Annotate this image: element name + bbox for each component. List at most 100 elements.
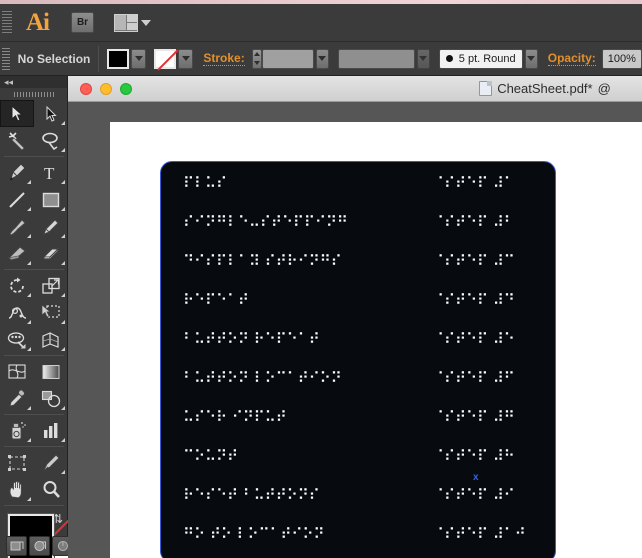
paintbrush-tool[interactable] [0,213,34,240]
stroke-weight-dropdown-icon[interactable] [315,48,329,69]
hand-tool[interactable] [0,476,34,503]
gradient-tool[interactable] [34,358,68,385]
tool-group-indicator-icon [27,406,31,410]
application-bar: Ai Br [0,4,642,42]
variable-width-profile-dropdown-icon[interactable] [416,48,430,69]
rectangle-tool[interactable] [34,186,68,213]
brush-definition-dropdown-icon[interactable] [524,48,538,69]
fill-color-control[interactable] [106,47,147,70]
canvas-area[interactable]: ⠛⠕ ⠞⠕ ⠇⠕⠉⠁⠞⠊⠕⠝ ⠈⠎⠞⠑⠏ ⠼⠁⠚ ⠗⠑⠎⠑⠞ ⠃⠥⠞⠞⠕⠝⠎ ⠈⠎⠞⠑… [68,102,642,558]
artboard-tool[interactable] [0,449,34,476]
stroke-weight-input[interactable] [262,48,314,69]
braille-row-label: ⠃⠥⠞⠞⠕⠝ ⠇⠕⠉⠁⠞⠊⠕⠝ [183,369,342,387]
arrange-documents-button[interactable] [114,13,151,32]
document-file-icon [479,81,493,96]
symbol-sprayer-tool[interactable] [0,417,34,444]
stroke-color-dropdown-icon[interactable] [178,48,194,69]
opacity-label[interactable]: Opacity: [547,51,596,66]
braille-row-step: ⠈⠎⠞⠑⠏ ⠼⠓ [433,447,515,465]
tool-group-indicator-icon [61,180,65,184]
direct-selection-tool[interactable] [34,100,68,127]
control-panel-gripper[interactable] [2,47,10,70]
brush-preview-icon [445,55,453,62]
fill-color-dropdown-icon[interactable] [131,48,147,69]
braille-row-label: ⠙⠊⠎⠏⠇⠁⠽ ⠎⠞⠗⠊⠝⠛⠎ [183,252,342,270]
tool-group-indicator-icon [61,121,65,125]
braille-row-step: ⠈⠎⠞⠑⠏ ⠼⠉ [433,252,515,270]
braille-row-step: ⠈⠎⠞⠑⠏ ⠼⠑ [433,330,515,348]
application-bar-gripper[interactable] [2,10,12,35]
braille-row-label: ⠗⠑⠎⠑⠞ ⠃⠥⠞⠞⠕⠝⠎ [183,486,320,504]
tool-group-indicator-icon [27,293,31,297]
zoom-tool[interactable] [34,476,68,503]
eyedropper-tool[interactable] [0,385,34,412]
pencil-tool[interactable] [34,213,68,240]
magic-wand-tool[interactable] [0,127,34,154]
braille-row-label: ⠗⠑⠏⠑⠁⠞ [183,291,249,309]
braille-row-label: ⠃⠥⠞⠞⠕⠝ ⠗⠑⠏⠑⠁⠞ [183,330,320,348]
fill-color-swatch[interactable] [106,47,131,70]
document-title-text: CheatSheet.pdf* [497,81,593,96]
go-to-bridge-button[interactable]: Br [71,12,94,33]
mesh-tool[interactable] [0,358,34,385]
tool-group-indicator-icon [27,261,31,265]
tool-group-indicator-icon [27,207,31,211]
column-graph-tool[interactable] [34,417,68,444]
free-transform-tool[interactable] [34,299,68,326]
tool-group-indicator-icon [27,320,31,324]
slice-tool[interactable] [34,449,68,476]
braille-row-step: ⠈⠎⠞⠑⠏ ⠼⠛ [433,408,515,426]
divider [98,45,100,72]
tools-divider [4,414,64,415]
variable-width-profile-select[interactable] [337,48,415,69]
eraser-tool[interactable] [34,240,68,267]
tools-divider [4,355,64,356]
blend-tool[interactable] [34,385,68,412]
tools-divider [4,446,64,447]
braille-row-label: ⠥⠎⠑⠗ ⠊⠝⠏⠥⠞ [183,408,287,426]
line-segment-tool[interactable] [0,186,34,213]
tools-panel-collapse-button[interactable]: ◂◂ [0,76,67,88]
braille-row-label: ⠉⠕⠥⠝⠞ [183,447,238,465]
braille-row-step: ⠈⠎⠞⠑⠏ ⠼⠃ [433,213,515,231]
chevron-down-icon [141,19,151,26]
tool-group-indicator-icon [27,438,31,442]
perspective-grid-tool[interactable] [34,326,68,353]
lasso-tool[interactable] [34,127,68,154]
stroke-weight-label[interactable]: Stroke: [203,51,245,66]
document-title: CheatSheet.pdf* @ [68,81,642,96]
braille-row-label: ⠏⠇⠥⠎ [183,174,227,192]
braille-row-step: ⠈⠎⠞⠑⠏ ⠼⠊ [433,486,515,504]
braille-cheatsheet-artwork: ⠛⠕ ⠞⠕ ⠇⠕⠉⠁⠞⠊⠕⠝ ⠈⠎⠞⠑⠏ ⠼⠁⠚ ⠗⠑⠎⠑⠞ ⠃⠥⠞⠞⠕⠝⠎ ⠈⠎⠞⠑… [160,161,556,558]
scale-tool[interactable] [34,272,68,299]
brush-definition-select[interactable]: 5 pt. Round [438,48,523,69]
screen-mode-buttons [6,536,73,556]
pen-tool[interactable] [0,159,34,186]
tool-group-indicator-icon [61,438,65,442]
artboard: ⠛⠕ ⠞⠕ ⠇⠕⠉⠁⠞⠊⠕⠝ ⠈⠎⠞⠑⠏ ⠼⠁⠚ ⠗⠑⠎⠑⠞ ⠃⠥⠞⠞⠕⠝⠎ ⠈⠎⠞⠑… [110,122,642,558]
braille-row-step: ⠈⠎⠞⠑⠏ ⠼⠋ [433,369,515,387]
stroke-color-control[interactable] [153,47,194,70]
shape-builder-tool[interactable] [0,326,34,353]
illustrator-logo-icon: Ai [26,9,50,36]
normal-screen-mode-button[interactable] [6,536,27,556]
tools-panel-gripper[interactable] [0,88,67,100]
rotate-tool[interactable] [0,272,34,299]
swap-fill-stroke-icon[interactable]: ⇅ [53,512,63,526]
document-title-bar[interactable]: CheatSheet.pdf* @ [68,76,642,102]
tools-divider [4,156,64,157]
full-screen-mode-with-menu-bar-button[interactable] [29,536,50,556]
tool-group-indicator-icon [61,320,65,324]
document-window: CheatSheet.pdf* @ ⠛⠕ ⠞⠕ ⠇⠕⠉⠁⠞⠊⠕⠝ ⠈⠎⠞⠑⠏ ⠼⠁… [68,76,642,558]
document-title-suffix: @ [597,81,611,96]
control-panel: No Selection Stroke: 5 pt. Round Opacity… [0,42,642,76]
blob-brush-tool[interactable] [0,240,34,267]
type-tool[interactable]: T [34,159,68,186]
stroke-color-swatch-none-icon[interactable] [153,47,178,70]
selection-tool[interactable] [0,100,34,127]
opacity-input[interactable]: 100% [601,48,642,69]
width-tool[interactable] [0,299,34,326]
stroke-weight-stepper[interactable] [251,48,263,69]
tool-group-indicator-icon [61,293,65,297]
braille-row-step: ⠈⠎⠞⠑⠏ ⠼⠁⠚ [433,525,526,543]
